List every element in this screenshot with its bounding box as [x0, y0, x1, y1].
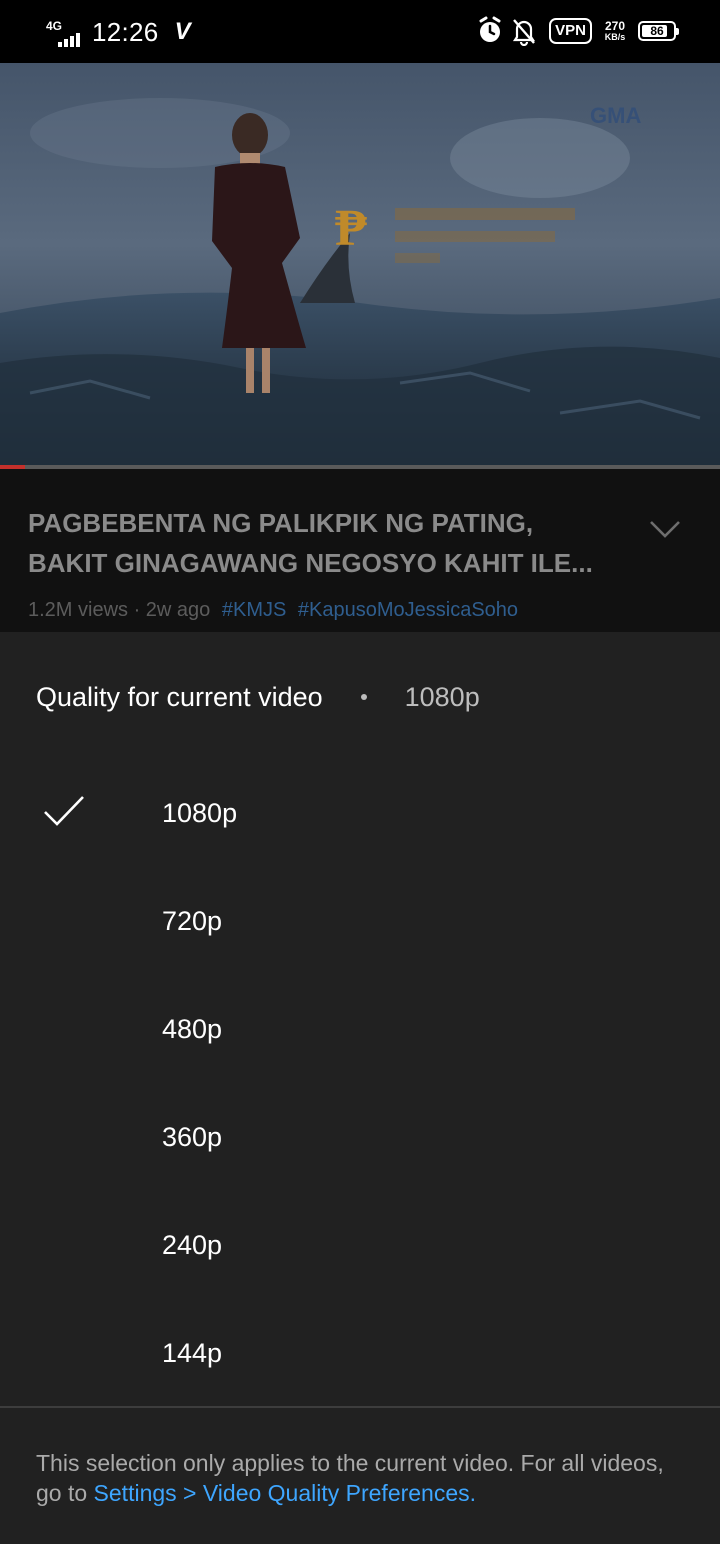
sheet-divider: [0, 1406, 720, 1408]
chevron-down-icon[interactable]: [648, 519, 682, 539]
clock: 12:26: [92, 17, 159, 47]
quality-option-label: 240p: [162, 1230, 223, 1260]
hashtag-link[interactable]: #KapusoMoJessicaSoho: [298, 599, 518, 621]
current-quality: 1080p: [404, 682, 480, 712]
quality-bottom-sheet: Quality for current video 1080p 1080p 72…: [0, 632, 720, 1544]
battery-level: 86: [650, 24, 664, 38]
video-meta: 1.2M views · 2w ago #KMJS #KapusoMoJessi…: [28, 597, 518, 623]
quality-option-480p[interactable]: 480p: [0, 975, 720, 1083]
speed-unit: KB/s: [604, 31, 626, 42]
quality-option-360p[interactable]: 360p: [0, 1083, 720, 1191]
quality-option-1080p[interactable]: 1080p: [0, 759, 720, 867]
svg-text:GMA: GMA: [590, 103, 641, 128]
bell-off-icon: [513, 19, 536, 46]
carrier-logo: V: [174, 18, 191, 45]
quality-option-label: 480p: [162, 1014, 223, 1044]
quality-option-label: 720p: [162, 906, 223, 936]
quality-option-240p[interactable]: 240p: [0, 1191, 720, 1299]
quality-option-label: 360p: [162, 1122, 223, 1152]
battery-icon: 86: [638, 21, 679, 41]
status-left: 4G 12:26 V: [46, 12, 191, 52]
settings-link[interactable]: Settings > Video Quality Preferences.: [94, 1480, 477, 1506]
youtube-screen: 4G 12:26 V VPN 270 KB/s 86 ₱ GMA PAGBEBE…: [0, 0, 720, 1544]
quality-option-144p[interactable]: 144p: [0, 1299, 720, 1407]
views-and-age: 1.2M views · 2w ago: [28, 599, 211, 621]
speed-value: 270: [604, 18, 626, 33]
check-icon: [44, 796, 84, 826]
video-info: PAGBEBENTA NG PALIKPIK NG PATING, BAKIT …: [0, 469, 720, 632]
vpn-badge: VPN: [549, 18, 592, 44]
sheet-title: Quality for current video: [36, 682, 323, 712]
quality-options-list: 1080p 720p 480p 360p 240p 144p: [0, 759, 720, 1407]
quality-option-label: 1080p: [162, 798, 238, 828]
alarm-icon: [479, 16, 501, 42]
quality-option-720p[interactable]: 720p: [0, 867, 720, 975]
status-right: VPN 270 KB/s 86: [477, 16, 679, 46]
separator-dot: [360, 694, 367, 700]
network-type: 4G: [46, 19, 63, 33]
sheet-header: Quality for current video 1080p: [36, 676, 480, 718]
video-title[interactable]: PAGBEBENTA NG PALIKPIK NG PATING, BAKIT …: [28, 503, 618, 583]
svg-text:₱: ₱: [335, 200, 367, 257]
quality-option-label: 144p: [162, 1338, 223, 1368]
hashtag-link[interactable]: #KMJS: [222, 599, 286, 621]
video-frame: ₱ GMA: [0, 63, 720, 466]
quality-note: This selection only applies to the curre…: [36, 1448, 676, 1508]
video-player[interactable]: ₱ GMA: [0, 63, 720, 466]
status-bar: 4G 12:26 V VPN 270 KB/s 86: [0, 0, 720, 63]
signal-icon: 4G: [46, 16, 84, 48]
network-speed: 270 KB/s: [602, 20, 628, 43]
